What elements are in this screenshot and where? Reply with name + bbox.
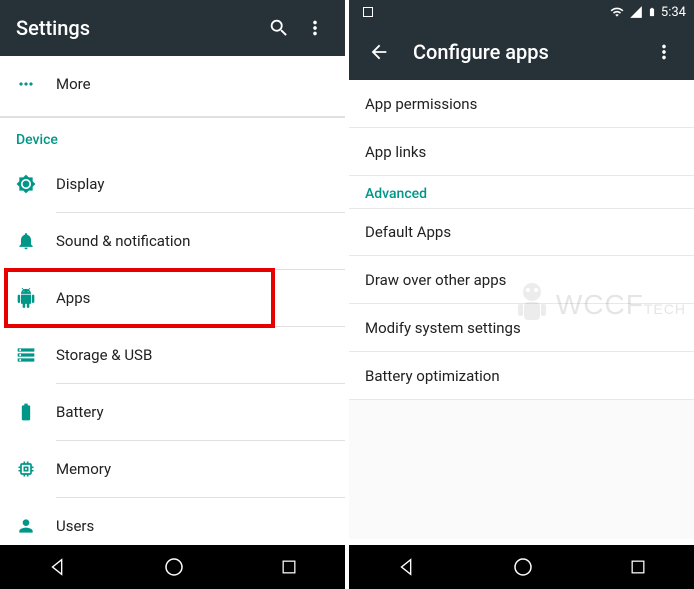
nav-recent-icon[interactable] — [628, 557, 648, 577]
users-label: Users — [56, 517, 94, 535]
item-app-links[interactable]: App links — [349, 128, 694, 176]
item-app-permissions[interactable]: App permissions — [349, 80, 694, 128]
configure-list: App permissions App links Advanced Defau… — [349, 80, 694, 539]
battery-status-icon — [647, 5, 657, 19]
nav-bar — [0, 545, 345, 589]
back-arrow-icon[interactable] — [361, 34, 397, 70]
signal-icon — [629, 5, 643, 19]
status-bar: 5:34 — [349, 0, 694, 24]
settings-item-storage[interactable]: Storage & USB — [0, 327, 345, 383]
more-horiz-icon — [16, 74, 56, 94]
settings-item-memory[interactable]: Memory — [0, 441, 345, 497]
sound-label: Sound & notification — [56, 232, 190, 250]
apps-label: Apps — [56, 289, 90, 307]
nav-back-icon[interactable] — [47, 556, 69, 578]
storage-label: Storage & USB — [56, 346, 152, 364]
nav-home-icon[interactable] — [162, 555, 186, 579]
display-label: Display — [56, 175, 104, 193]
page-title: Configure apps — [413, 40, 646, 64]
item-modify-system[interactable]: Modify system settings — [349, 304, 694, 352]
configure-apps-screen: 5:34 Configure apps App permissions App … — [349, 0, 694, 589]
settings-item-sound[interactable]: Sound & notification — [0, 213, 345, 269]
item-battery-opt[interactable]: Battery optimization — [349, 352, 694, 400]
settings-item-users[interactable]: Users — [0, 498, 345, 539]
item-default-apps[interactable]: Default Apps — [349, 208, 694, 256]
storage-icon — [16, 345, 56, 365]
settings-item-display[interactable]: Display — [0, 156, 345, 212]
bell-icon — [16, 231, 56, 251]
settings-item-apps[interactable]: Apps — [0, 270, 345, 326]
settings-item-battery[interactable]: Battery — [0, 384, 345, 440]
nav-bar — [349, 545, 694, 589]
nav-back-icon[interactable] — [396, 556, 418, 578]
battery-label: Battery — [56, 403, 104, 421]
brightness-icon — [16, 174, 56, 194]
person-icon — [16, 516, 56, 536]
nav-home-icon[interactable] — [511, 555, 535, 579]
more-label: More — [56, 75, 91, 93]
memory-label: Memory — [56, 460, 111, 478]
screenshot-icon — [361, 6, 375, 18]
search-icon[interactable] — [261, 10, 297, 46]
nav-recent-icon[interactable] — [279, 557, 299, 577]
battery-icon — [16, 402, 56, 422]
section-advanced: Advanced — [349, 176, 694, 208]
memory-icon — [16, 459, 56, 479]
settings-list: More Device Display Sound & notification… — [0, 56, 345, 539]
page-title: Settings — [16, 16, 261, 40]
more-vert-icon[interactable] — [297, 10, 333, 46]
item-draw-over[interactable]: Draw over other apps — [349, 256, 694, 304]
more-vert-icon[interactable] — [646, 34, 682, 70]
section-device: Device — [0, 118, 345, 156]
android-icon — [16, 288, 56, 308]
settings-screen: Settings More Device Display S — [0, 0, 345, 589]
appbar: Settings — [0, 0, 345, 56]
settings-item-more[interactable]: More — [0, 56, 345, 112]
wifi-icon — [609, 5, 625, 19]
status-time: 5:34 — [661, 5, 686, 20]
appbar: Configure apps — [349, 24, 694, 80]
